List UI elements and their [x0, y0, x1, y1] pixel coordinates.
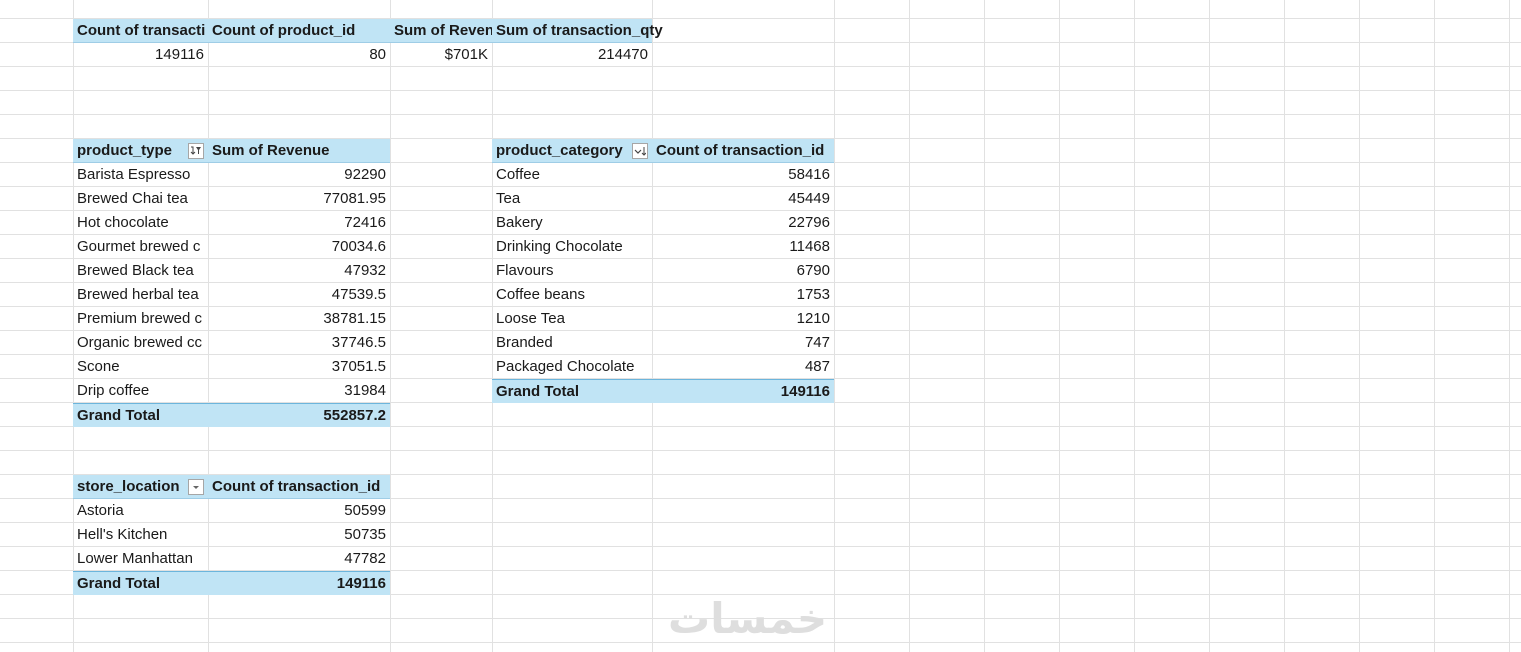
product-category-row-label[interactable]: Loose Tea [492, 307, 652, 331]
product-category-row-value[interactable]: 58416 [652, 163, 834, 187]
grand-total-label[interactable]: Grand Total [492, 379, 652, 403]
product-type-row-value[interactable]: 38781.15 [208, 307, 390, 331]
summary-value-sum-revenue[interactable]: $701K [390, 43, 492, 67]
product-category-row-label[interactable]: Tea [492, 187, 652, 211]
summary-value-count-transactions[interactable]: 149116 [73, 43, 208, 67]
product-type-row-label[interactable]: Brewed Black tea [73, 259, 208, 283]
product-category-row-label[interactable]: Coffee [492, 163, 652, 187]
product-type-row-label[interactable]: Barista Espresso [73, 163, 208, 187]
product-type-row-label[interactable]: Brewed Chai tea [73, 187, 208, 211]
store-location-row-value[interactable]: 50735 [208, 523, 390, 547]
product-type-row-label[interactable]: Scone [73, 355, 208, 379]
grand-total-value[interactable]: 149116 [208, 571, 390, 595]
pivot-header-count-transaction[interactable]: Count of transaction_id [208, 475, 390, 499]
watermark-logo: خمسات [668, 594, 828, 643]
store-location-row-label[interactable]: Astoria [73, 499, 208, 523]
store-location-row-label[interactable]: Hell's Kitchen [73, 523, 208, 547]
product-type-row-value[interactable]: 37051.5 [208, 355, 390, 379]
pivot-header-sum-revenue[interactable]: Sum of Revenue [208, 139, 390, 163]
store-location-row-value[interactable]: 47782 [208, 547, 390, 571]
summary-header-sum-revenue[interactable]: Sum of Reven [390, 19, 492, 43]
product-category-row-label[interactable]: Packaged Chocolate [492, 355, 652, 379]
product-category-row-label[interactable]: Drinking Chocolate [492, 235, 652, 259]
summary-header-count-product[interactable]: Count of product_id [208, 19, 390, 43]
sort-descending-icon[interactable] [632, 143, 648, 159]
product-category-row-value[interactable]: 747 [652, 331, 834, 355]
summary-value-count-product[interactable]: 80 [208, 43, 390, 67]
product-type-row-value[interactable]: 92290 [208, 163, 390, 187]
filter-sort-icon[interactable] [188, 143, 204, 159]
dropdown-arrow-icon[interactable] [188, 479, 204, 495]
product-category-row-value[interactable]: 11468 [652, 235, 834, 259]
product-type-row-value[interactable]: 47932 [208, 259, 390, 283]
grand-total-label[interactable]: Grand Total [73, 403, 208, 427]
product-category-row-label[interactable]: Bakery [492, 211, 652, 235]
summary-header-count-transactions[interactable]: Count of transacti [73, 19, 208, 43]
product-category-row-value[interactable]: 487 [652, 355, 834, 379]
product-type-row-value[interactable]: 47539.5 [208, 283, 390, 307]
grand-total-value[interactable]: 149116 [652, 379, 834, 403]
product-category-row-value[interactable]: 1210 [652, 307, 834, 331]
product-category-row-label[interactable]: Branded [492, 331, 652, 355]
product-type-row-label[interactable]: Brewed herbal tea [73, 283, 208, 307]
store-location-row-value[interactable]: 50599 [208, 499, 390, 523]
product-category-row-value[interactable]: 22796 [652, 211, 834, 235]
product-type-row-label[interactable]: Drip coffee [73, 379, 208, 403]
product-type-row-value[interactable]: 72416 [208, 211, 390, 235]
product-type-row-value[interactable]: 77081.95 [208, 187, 390, 211]
pivot-header-product-category[interactable]: product_category [492, 139, 652, 163]
product-type-row-value[interactable]: 37746.5 [208, 331, 390, 355]
grand-total-value[interactable]: 552857.2 [208, 403, 390, 427]
product-category-row-value[interactable]: 45449 [652, 187, 834, 211]
summary-header-sum-qty[interactable]: Sum of transaction_qty [492, 19, 663, 43]
store-location-row-label[interactable]: Lower Manhattan [73, 547, 208, 571]
summary-value-sum-qty[interactable]: 214470 [492, 43, 652, 67]
product-category-row-value[interactable]: 6790 [652, 259, 834, 283]
product-type-row-value[interactable]: 70034.6 [208, 235, 390, 259]
grand-total-label[interactable]: Grand Total [73, 571, 208, 595]
product-category-row-value[interactable]: 1753 [652, 283, 834, 307]
product-type-row-value[interactable]: 31984 [208, 379, 390, 403]
product-category-row-label[interactable]: Coffee beans [492, 283, 652, 307]
product-type-row-label[interactable]: Premium brewed c [73, 307, 208, 331]
product-type-row-label[interactable]: Organic brewed cc [73, 331, 208, 355]
pivot-header-count-transaction[interactable]: Count of transaction_id [652, 139, 834, 163]
product-type-row-label[interactable]: Hot chocolate [73, 211, 208, 235]
product-category-row-label[interactable]: Flavours [492, 259, 652, 283]
product-type-row-label[interactable]: Gourmet brewed c [73, 235, 208, 259]
